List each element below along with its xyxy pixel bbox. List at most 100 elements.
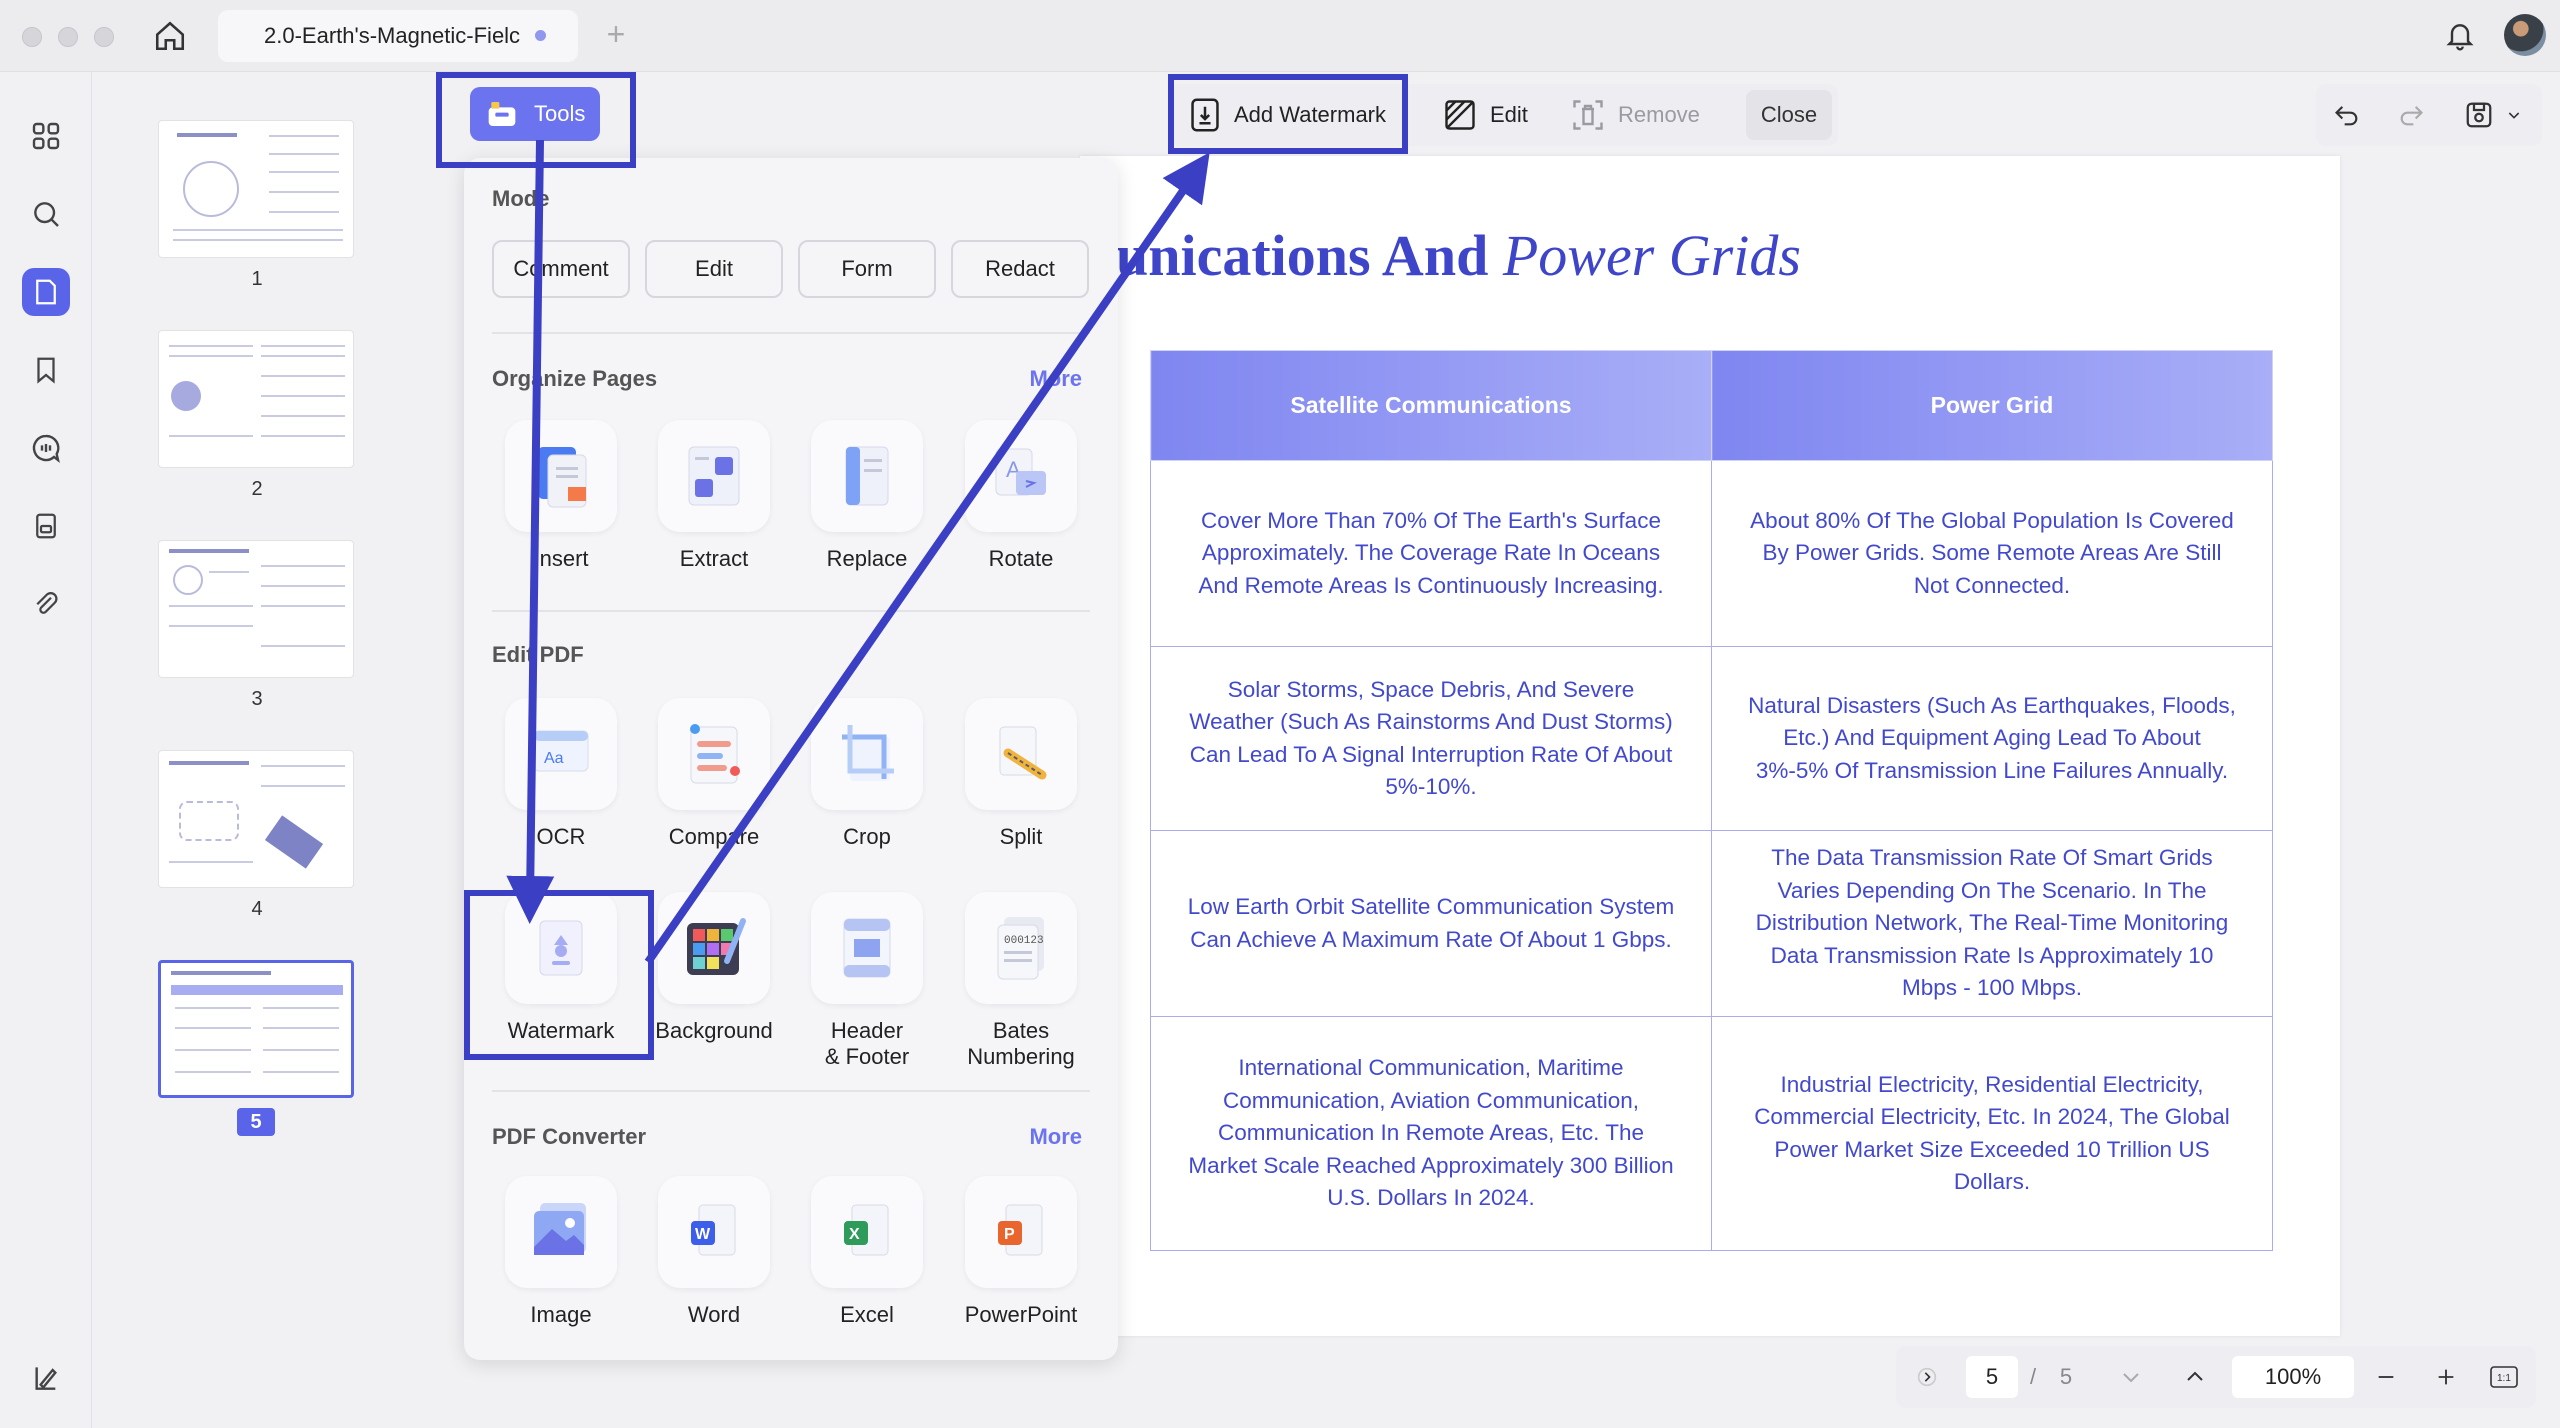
table-cell: International Communication, Maritime Co…: [1150, 1016, 1712, 1251]
compare-tool[interactable]: Compare: [644, 698, 784, 850]
converter-section-title: PDF Converter: [492, 1124, 647, 1149]
page-separator: /: [2029, 1364, 2037, 1389]
header-footer-tool[interactable]: Header & Footer: [797, 892, 937, 1070]
bookmark-icon[interactable]: [22, 346, 70, 394]
mode-section-title: Mode: [492, 186, 550, 211]
zoom-in-icon[interactable]: [2426, 1356, 2466, 1398]
attachment-icon[interactable]: [22, 580, 70, 628]
split-tool[interactable]: Split: [951, 698, 1091, 850]
table-cell: Low Earth Orbit Satellite Communication …: [1150, 830, 1712, 1017]
redo-icon[interactable]: [2394, 98, 2428, 132]
sidebar-toggle-icon[interactable]: [22, 1354, 70, 1402]
svg-text:000123: 000123: [1004, 935, 1044, 947]
divider: [492, 332, 1090, 334]
mode-redact-button[interactable]: Redact: [951, 240, 1089, 298]
background-tool[interactable]: Background: [644, 892, 784, 1044]
watermark-highlight-box: [464, 890, 654, 1060]
divider: [492, 1090, 1090, 1092]
remove-icon: [1573, 100, 1603, 130]
insert-icon: [505, 420, 617, 532]
close-watermark-button[interactable]: Close: [1746, 90, 1832, 140]
convert-word-tool[interactable]: W Word: [644, 1176, 784, 1328]
search-icon[interactable]: [22, 190, 70, 238]
table-header-satellite: Satellite Communications: [1150, 350, 1712, 461]
add-watermark-highlight-box: [1168, 74, 1408, 154]
organize-more-link[interactable]: More: [1029, 366, 1082, 392]
zoom-level[interactable]: 100%: [2232, 1356, 2354, 1398]
tools-highlight-box: [436, 72, 636, 168]
convert-excel-tool[interactable]: X Excel: [797, 1176, 937, 1328]
excel-label: Excel: [840, 1302, 894, 1327]
page-number-4: 4: [251, 898, 263, 920]
word-icon: W: [658, 1176, 770, 1288]
bell-icon[interactable]: [2440, 16, 2480, 56]
organize-section-title: Organize Pages: [492, 366, 658, 391]
table-cell: About 80% Of The Global Population Is Co…: [1711, 460, 2273, 647]
table-cell: Solar Storms, Space Debris, And Severe W…: [1150, 646, 1712, 831]
chevron-right-icon[interactable]: [1908, 1356, 1946, 1398]
page-thumbnail-5[interactable]: [158, 960, 354, 1098]
replace-tool[interactable]: Replace: [797, 420, 937, 572]
undo-icon[interactable]: [2330, 98, 2364, 132]
window-minimize-button[interactable]: [58, 27, 78, 47]
bates-numbering-icon: 000123: [965, 892, 1077, 1004]
converter-more-link[interactable]: More: [1029, 1124, 1082, 1150]
page-thumbnail-2[interactable]: [158, 330, 354, 468]
insert-tool[interactable]: Insert: [491, 420, 631, 572]
page-number-5: 5: [237, 1108, 275, 1136]
page-thumbnail-3[interactable]: [158, 540, 354, 678]
chevron-down-icon[interactable]: [2502, 98, 2526, 132]
page-number-3: 3: [251, 688, 263, 710]
bates-numbering-tool[interactable]: 000123 Bates Numbering: [951, 892, 1091, 1070]
new-tab-button[interactable]: +: [598, 14, 634, 54]
save-icon[interactable]: [2462, 98, 2496, 132]
ocr-icon: Aa: [505, 698, 617, 810]
comment-icon[interactable]: [22, 424, 70, 472]
mode-comment-button[interactable]: Comment: [492, 240, 630, 298]
page-thumbnail-1[interactable]: [158, 120, 354, 258]
crop-icon: [811, 698, 923, 810]
home-icon[interactable]: [150, 16, 190, 56]
document-tab[interactable]: 2.0-Earth's-Magnetic-Fielc: [218, 10, 578, 62]
form-icon[interactable]: [22, 502, 70, 550]
crop-label: Crop: [843, 824, 891, 849]
avatar[interactable]: [2504, 14, 2546, 56]
mode-form-button[interactable]: Form: [798, 240, 936, 298]
edit-watermark-button[interactable]: Edit: [1442, 92, 1528, 138]
extract-icon: [658, 420, 770, 532]
svg-text:X: X: [849, 1226, 860, 1243]
extract-label: Extract: [679, 546, 749, 571]
svg-text:1:1: 1:1: [2497, 1373, 2511, 1384]
current-page-input[interactable]: 5: [1966, 1356, 2018, 1398]
crop-tool[interactable]: Crop: [797, 698, 937, 850]
unsaved-dot: [535, 30, 546, 41]
convert-image-tool[interactable]: Image: [491, 1176, 631, 1328]
table-cell: Industrial Electricity, Residential Elec…: [1711, 1016, 2273, 1251]
prev-page-chevron-up-icon[interactable]: [2174, 1356, 2216, 1398]
page-thumbnail-4[interactable]: [158, 750, 354, 888]
apps-grid-icon[interactable]: [22, 112, 70, 160]
ocr-tool[interactable]: Aa OCR: [491, 698, 631, 850]
left-rail: [0, 72, 92, 1428]
rotate-tool[interactable]: A Rotate: [951, 420, 1091, 572]
mode-edit-button[interactable]: Edit: [645, 240, 783, 298]
comparison-table: Satellite Communications Power Grid Cove…: [1150, 350, 2273, 1251]
actual-size-icon[interactable]: 1:1: [2484, 1356, 2524, 1398]
divider: [492, 610, 1090, 612]
zoom-out-icon[interactable]: [2366, 1356, 2406, 1398]
window-close-button[interactable]: [22, 27, 42, 47]
convert-powerpoint-tool[interactable]: P PowerPoint: [951, 1176, 1091, 1328]
next-page-chevron-down-icon[interactable]: [2110, 1356, 2152, 1398]
extract-tool[interactable]: Extract: [644, 420, 784, 572]
pages-icon[interactable]: [22, 268, 70, 316]
title-bar: 2.0-Earth's-Magnetic-Fielc +: [0, 0, 2560, 72]
page-navigation-bar: 5 / 5 100% 1:1: [1896, 1346, 2536, 1408]
ocr-label: OCR: [536, 824, 586, 849]
bates-numbering-label: Bates Numbering: [967, 1018, 1075, 1069]
svg-text:W: W: [695, 1226, 711, 1243]
remove-watermark-button[interactable]: Remove: [1570, 92, 1700, 138]
document-tab-title: 2.0-Earth's-Magnetic-Fielc: [264, 23, 521, 48]
window-zoom-button[interactable]: [94, 27, 114, 47]
tools-panel: Mode Comment Edit Form Redact Organize P…: [464, 158, 1118, 1360]
image-label: Image: [530, 1302, 592, 1327]
